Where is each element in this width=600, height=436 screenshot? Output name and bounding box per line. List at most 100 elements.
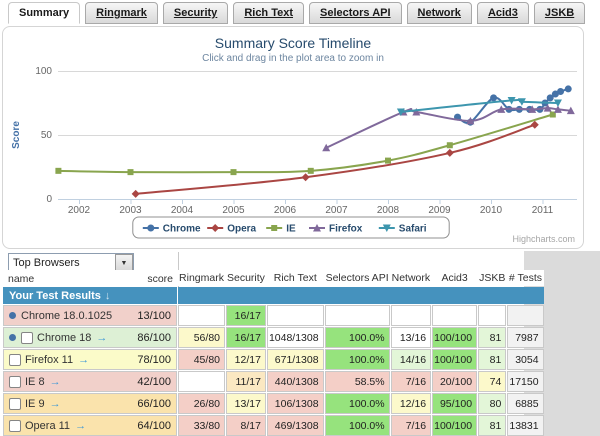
svg-text:Firefox: Firefox [329, 224, 363, 235]
cell-selectors-api: 100.0% [325, 327, 390, 348]
highcharts-credits[interactable]: Highcharts.com [512, 234, 575, 244]
cell-jskb: 80 [478, 393, 506, 414]
browser-link[interactable]: Chrome 18.0.1025 [21, 310, 112, 322]
browserscope-page: SummaryRingmarkSecurityRich TextSelector… [0, 0, 600, 436]
your-test-results-header[interactable]: Your Test Results↓ [3, 287, 177, 304]
x-axis-tick: 2011 [532, 205, 554, 216]
detail-arrow-icon[interactable]: → [50, 376, 61, 388]
tab-label: Acid3 [488, 7, 518, 19]
legend-item-opera[interactable]: Opera [207, 224, 256, 235]
compare-checkbox[interactable] [9, 376, 21, 388]
series-dot-icon [9, 312, 16, 319]
col-header-acid3[interactable]: Acid3 [432, 270, 477, 286]
y-axis-tick: 0 [46, 194, 52, 205]
score-value: 86/100 [137, 332, 171, 344]
compare-checkbox[interactable] [9, 398, 21, 410]
compare-checkbox[interactable] [9, 420, 21, 432]
col-header-jskb[interactable]: JSKB [478, 270, 506, 286]
col-header-score[interactable]: score [147, 273, 173, 285]
browser-name-cell: IE 9 → 66/100 [3, 393, 177, 414]
cell--tests: 17150 [507, 371, 543, 392]
tab-selectors-api[interactable]: Selectors API [309, 2, 402, 24]
series-dot-icon [9, 334, 16, 341]
browser-link[interactable]: Firefox 11 [25, 354, 73, 366]
score-value: 42/100 [137, 376, 171, 388]
cell--tests: 7987 [507, 327, 543, 348]
cell-ringmark [178, 305, 225, 326]
svg-text:IE: IE [286, 224, 296, 235]
browser-name-cell: Chrome 18 → 86/100 [3, 327, 177, 348]
table-row: Firefox 11→78/10045/8012/17671/1308100.0… [3, 349, 544, 370]
score-value: 66/100 [137, 398, 171, 410]
svg-text:Opera: Opera [227, 224, 256, 235]
cell-security: 13/17 [226, 393, 266, 414]
cell--tests: 3054 [507, 349, 543, 370]
cell-acid3: 100/100 [432, 327, 477, 348]
svg-text:Chrome: Chrome [163, 224, 201, 235]
browser-link[interactable]: Chrome 18 [37, 332, 91, 344]
tab-summary[interactable]: Summary [8, 2, 80, 24]
chart-subtitle: Click and drag in the plot area to zoom … [202, 53, 384, 64]
legend-item-chrome[interactable]: Chrome [143, 224, 201, 235]
cell-rich-text: 671/1308 [267, 349, 324, 370]
timeline-chart-svg: Summary Score Timeline Click and drag in … [3, 27, 583, 248]
tab-ringmark[interactable]: Ringmark [85, 2, 158, 24]
col-header--tests[interactable]: # Tests [507, 270, 543, 286]
score-value: 64/100 [137, 420, 171, 432]
header-name-score[interactable]: name score [3, 270, 177, 286]
browser-link[interactable]: Opera 11 [25, 420, 70, 432]
chart-plot-area[interactable] [58, 65, 577, 199]
y-axis-tick: 100 [35, 66, 52, 77]
cell-acid3: 95/100 [432, 393, 477, 414]
cell-network [391, 305, 432, 326]
detail-arrow-icon[interactable]: → [78, 354, 89, 366]
x-axis-tick: 2007 [325, 205, 348, 216]
tab-label: JSKB [545, 7, 574, 19]
browser-filter-value: Top Browsers [9, 257, 115, 269]
tab-acid3[interactable]: Acid3 [477, 2, 529, 24]
cell-acid3 [432, 305, 477, 326]
tab-jskb[interactable]: JSKB [534, 2, 585, 24]
tab-rich-text[interactable]: Rich Text [233, 2, 304, 24]
cell-selectors-api: 58.5% [325, 371, 390, 392]
results-table: name score RingmarkSecurityRich TextSelect… [2, 269, 545, 436]
cell-rich-text: 106/1308 [267, 393, 324, 414]
detail-arrow-icon[interactable]: → [50, 398, 61, 410]
legend-item-safari[interactable]: Safari [379, 224, 427, 235]
tab-network[interactable]: Network [407, 2, 472, 24]
browser-link[interactable]: IE 8 [25, 376, 45, 388]
tab-label: Selectors API [320, 7, 391, 19]
cell--tests: 6885 [507, 393, 543, 414]
cell-acid3: 100/100 [432, 415, 477, 436]
cell-rich-text: 1048/1308 [267, 327, 324, 348]
cell-selectors-api: 100.0% [325, 349, 390, 370]
col-header-network[interactable]: Network [391, 270, 432, 286]
cell-network: 7/16 [391, 415, 432, 436]
col-header-selectors-api[interactable]: Selectors API [325, 270, 390, 286]
legend-item-firefox[interactable]: Firefox [309, 224, 363, 235]
col-header-ringmark[interactable]: Ringmark [178, 270, 225, 286]
table-row: Chrome 18.0.102513/10016/17 [3, 305, 544, 326]
tab-label: Ringmark [96, 7, 147, 19]
compare-checkbox[interactable] [9, 354, 21, 366]
cell-acid3: 100/100 [432, 349, 477, 370]
browser-link[interactable]: IE 9 [25, 398, 45, 410]
tab-security[interactable]: Security [163, 2, 228, 24]
x-axis-tick: 2006 [274, 205, 297, 216]
cell-jskb: 74 [478, 371, 506, 392]
cell-rich-text [267, 305, 324, 326]
y-axis-tick: 50 [41, 130, 53, 141]
cell-ringmark: 26/80 [178, 393, 225, 414]
cell--tests [507, 305, 543, 326]
legend-item-ie[interactable]: IE [266, 224, 296, 235]
col-header-name[interactable]: name [8, 273, 34, 285]
col-header-security[interactable]: Security [226, 270, 266, 286]
compare-checkbox[interactable] [21, 332, 33, 344]
detail-arrow-icon[interactable]: → [75, 420, 86, 432]
cell-selectors-api [325, 305, 390, 326]
cell-network: 13/16 [391, 327, 432, 348]
x-axis-tick: 2003 [119, 205, 142, 216]
detail-arrow-icon[interactable]: → [96, 332, 107, 344]
chart-title: Summary Score Timeline [215, 35, 372, 51]
col-header-rich-text[interactable]: Rich Text [267, 270, 324, 286]
